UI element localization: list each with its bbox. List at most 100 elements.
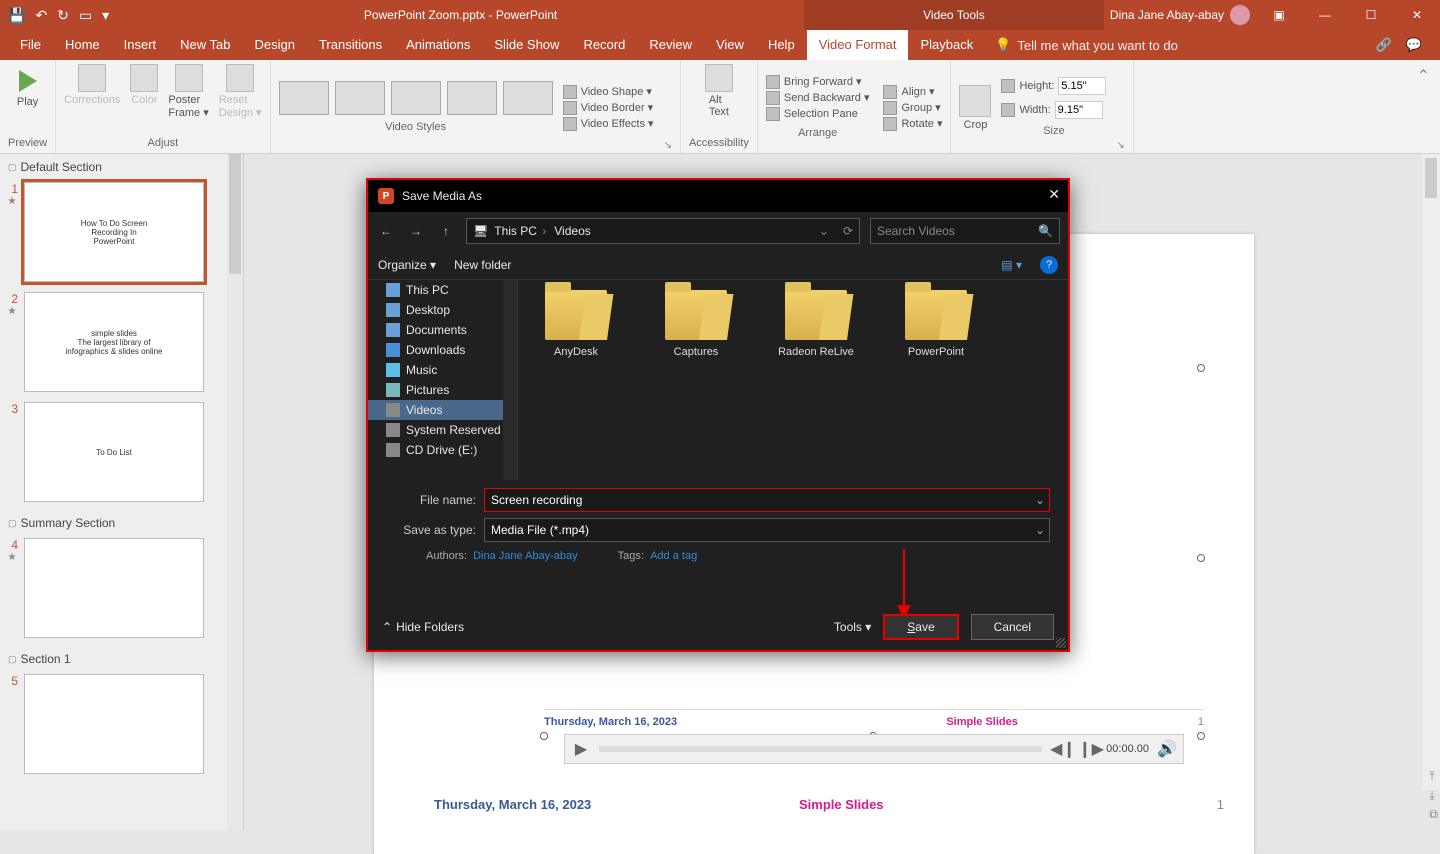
play-button[interactable]: Play bbox=[17, 64, 38, 108]
tab-review[interactable]: Review bbox=[637, 30, 704, 60]
tree-item[interactable]: Videos bbox=[368, 400, 517, 420]
collapse-ribbon-icon[interactable]: ⌃ bbox=[1407, 60, 1440, 153]
canvas-scrollbar[interactable] bbox=[1422, 154, 1440, 790]
reset-design-button[interactable]: Reset Design ▾ bbox=[219, 64, 262, 119]
fit-slide-icon[interactable]: ⧉ bbox=[1429, 807, 1438, 822]
tab-design[interactable]: Design bbox=[243, 30, 307, 60]
section-header[interactable]: Summary Section bbox=[0, 510, 243, 536]
tab-help[interactable]: Help bbox=[756, 30, 807, 60]
slide-thumb[interactable] bbox=[24, 674, 204, 774]
search-input[interactable]: Search Videos 🔍 bbox=[870, 218, 1060, 244]
video-effects-button[interactable]: Video Effects ▾ bbox=[563, 117, 654, 131]
address-bar[interactable]: 🖥 This PC Videos ⌄ ⟳ bbox=[466, 218, 860, 244]
styles-launcher-icon[interactable]: ↘ bbox=[664, 140, 672, 151]
comments-icon[interactable]: 💬 bbox=[1406, 37, 1422, 53]
tab-file[interactable]: File bbox=[8, 30, 53, 60]
media-prev-button[interactable]: ◀❙ bbox=[1050, 739, 1070, 759]
tab-new-tab[interactable]: New Tab bbox=[168, 30, 242, 60]
tab-home[interactable]: Home bbox=[53, 30, 112, 60]
redo-icon[interactable]: ↻ bbox=[57, 7, 69, 24]
undo-icon[interactable]: ↶ bbox=[35, 7, 47, 24]
size-launcher-icon[interactable]: ↘ bbox=[1116, 140, 1124, 151]
folder-item[interactable]: AnyDesk bbox=[536, 290, 616, 358]
tree-item[interactable]: This PC bbox=[368, 280, 517, 300]
folder-item[interactable]: Radeon ReLive bbox=[776, 290, 856, 358]
slide-thumb[interactable] bbox=[24, 538, 204, 638]
crop-button[interactable]: Crop bbox=[959, 85, 991, 131]
slide-thumb[interactable]: simple slides The largest library of inf… bbox=[24, 292, 204, 392]
tab-insert[interactable]: Insert bbox=[112, 30, 169, 60]
selection-handle[interactable] bbox=[1197, 364, 1205, 372]
style-thumb[interactable] bbox=[391, 81, 441, 115]
slide-thumb[interactable]: How To Do Screen Recording In PowerPoint bbox=[24, 182, 204, 282]
tree-item[interactable]: Pictures bbox=[368, 380, 517, 400]
section-header[interactable]: Default Section bbox=[0, 154, 243, 180]
save-button[interactable]: Save bbox=[883, 614, 958, 640]
refresh-icon[interactable]: ⟳ bbox=[843, 224, 853, 238]
video-style-gallery[interactable] bbox=[279, 81, 553, 115]
dialog-close-button[interactable]: ✕ bbox=[1048, 186, 1060, 203]
organize-button[interactable]: Organize ▾ bbox=[378, 258, 436, 272]
slidepanel-scrollbar[interactable] bbox=[227, 154, 243, 830]
slide-thumbnail-entry[interactable]: 2★simple slides The largest library of i… bbox=[0, 290, 243, 400]
media-play-button[interactable]: ▶ bbox=[571, 739, 591, 759]
breadcrumb-folder[interactable]: Videos bbox=[554, 224, 590, 238]
nav-up-button[interactable]: ↑ bbox=[436, 224, 456, 238]
slide-thumbnail-entry[interactable]: 1★How To Do Screen Recording In PowerPoi… bbox=[0, 180, 243, 290]
group-button[interactable]: Group ▾ bbox=[883, 101, 942, 115]
path-dropdown-icon[interactable]: ⌄ bbox=[819, 224, 829, 238]
tab-view[interactable]: View bbox=[704, 30, 756, 60]
folder-tree[interactable]: This PCDesktopDocumentsDownloadsMusicPic… bbox=[368, 280, 518, 480]
folder-item[interactable]: PowerPoint bbox=[896, 290, 976, 358]
rotate-button[interactable]: Rotate ▾ bbox=[883, 117, 942, 131]
color-button[interactable]: Color bbox=[130, 64, 158, 106]
authors-value[interactable]: Dina Jane Abay-abay bbox=[473, 550, 578, 562]
style-thumb[interactable] bbox=[335, 81, 385, 115]
file-list[interactable]: AnyDesk Captures Radeon ReLive PowerPoint bbox=[518, 280, 1068, 480]
tab-transitions[interactable]: Transitions bbox=[307, 30, 394, 60]
tellme-input[interactable]: Tell me what you want to do bbox=[1017, 38, 1177, 53]
autosave-icon[interactable]: 💾 bbox=[8, 7, 25, 24]
poster-frame-button[interactable]: Poster Frame ▾ bbox=[168, 64, 208, 119]
slide-thumbnail-entry[interactable]: 3To Do List bbox=[0, 400, 243, 510]
ribbon-display-icon[interactable]: ▣ bbox=[1256, 0, 1302, 30]
cancel-button[interactable]: Cancel bbox=[971, 614, 1054, 640]
section-header[interactable]: Section 1 bbox=[0, 646, 243, 672]
media-volume-button[interactable]: 🔊 bbox=[1157, 739, 1177, 759]
slide-thumb[interactable]: To Do List bbox=[24, 402, 204, 502]
filename-input[interactable]: Screen recording⌄ bbox=[484, 488, 1050, 512]
width-input[interactable] bbox=[1055, 101, 1103, 119]
send-backward-button[interactable]: Send Backward ▾ bbox=[766, 91, 870, 105]
save-type-select[interactable]: Media File (*.mp4)⌄ bbox=[484, 518, 1050, 542]
height-input[interactable] bbox=[1058, 77, 1106, 95]
slideshow-icon[interactable]: ▭ bbox=[79, 7, 92, 24]
nav-forward-button[interactable]: → bbox=[406, 224, 426, 238]
resize-grip[interactable] bbox=[1056, 638, 1066, 648]
tools-button[interactable]: Tools ▾ bbox=[834, 620, 871, 634]
user-avatar[interactable] bbox=[1230, 5, 1250, 25]
tab-slide-show[interactable]: Slide Show bbox=[482, 30, 571, 60]
help-icon[interactable]: ? bbox=[1040, 256, 1058, 274]
fit-slide-icon[interactable]: ⤒ bbox=[1429, 769, 1438, 784]
media-next-button[interactable]: ❙▶ bbox=[1078, 739, 1098, 759]
tab-record[interactable]: Record bbox=[571, 30, 637, 60]
tags-value[interactable]: Add a tag bbox=[650, 550, 697, 562]
folder-item[interactable]: Captures bbox=[656, 290, 736, 358]
breadcrumb-pc[interactable]: This PC bbox=[494, 224, 548, 238]
maximize-icon[interactable]: ☐ bbox=[1348, 0, 1394, 30]
dropdown-icon[interactable]: ⌄ bbox=[1035, 523, 1045, 537]
tab-playback[interactable]: Playback bbox=[908, 30, 985, 60]
nav-back-button[interactable]: ← bbox=[376, 224, 396, 238]
share-icon[interactable]: 🔗 bbox=[1376, 37, 1392, 53]
selection-pane-button[interactable]: Selection Pane bbox=[766, 107, 870, 121]
qat-more-icon[interactable]: ▾ bbox=[102, 7, 109, 24]
fit-slide-icon[interactable]: ⤓ bbox=[1429, 788, 1438, 803]
minimize-icon[interactable]: — bbox=[1302, 0, 1348, 30]
video-shape-button[interactable]: Video Shape ▾ bbox=[563, 85, 654, 99]
corrections-button[interactable]: Corrections bbox=[64, 64, 120, 106]
media-track[interactable] bbox=[599, 746, 1042, 752]
tree-item[interactable]: Desktop bbox=[368, 300, 517, 320]
style-thumb[interactable] bbox=[279, 81, 329, 115]
alt-text-button[interactable]: Alt Text bbox=[705, 64, 733, 118]
tree-item[interactable]: Music bbox=[368, 360, 517, 380]
